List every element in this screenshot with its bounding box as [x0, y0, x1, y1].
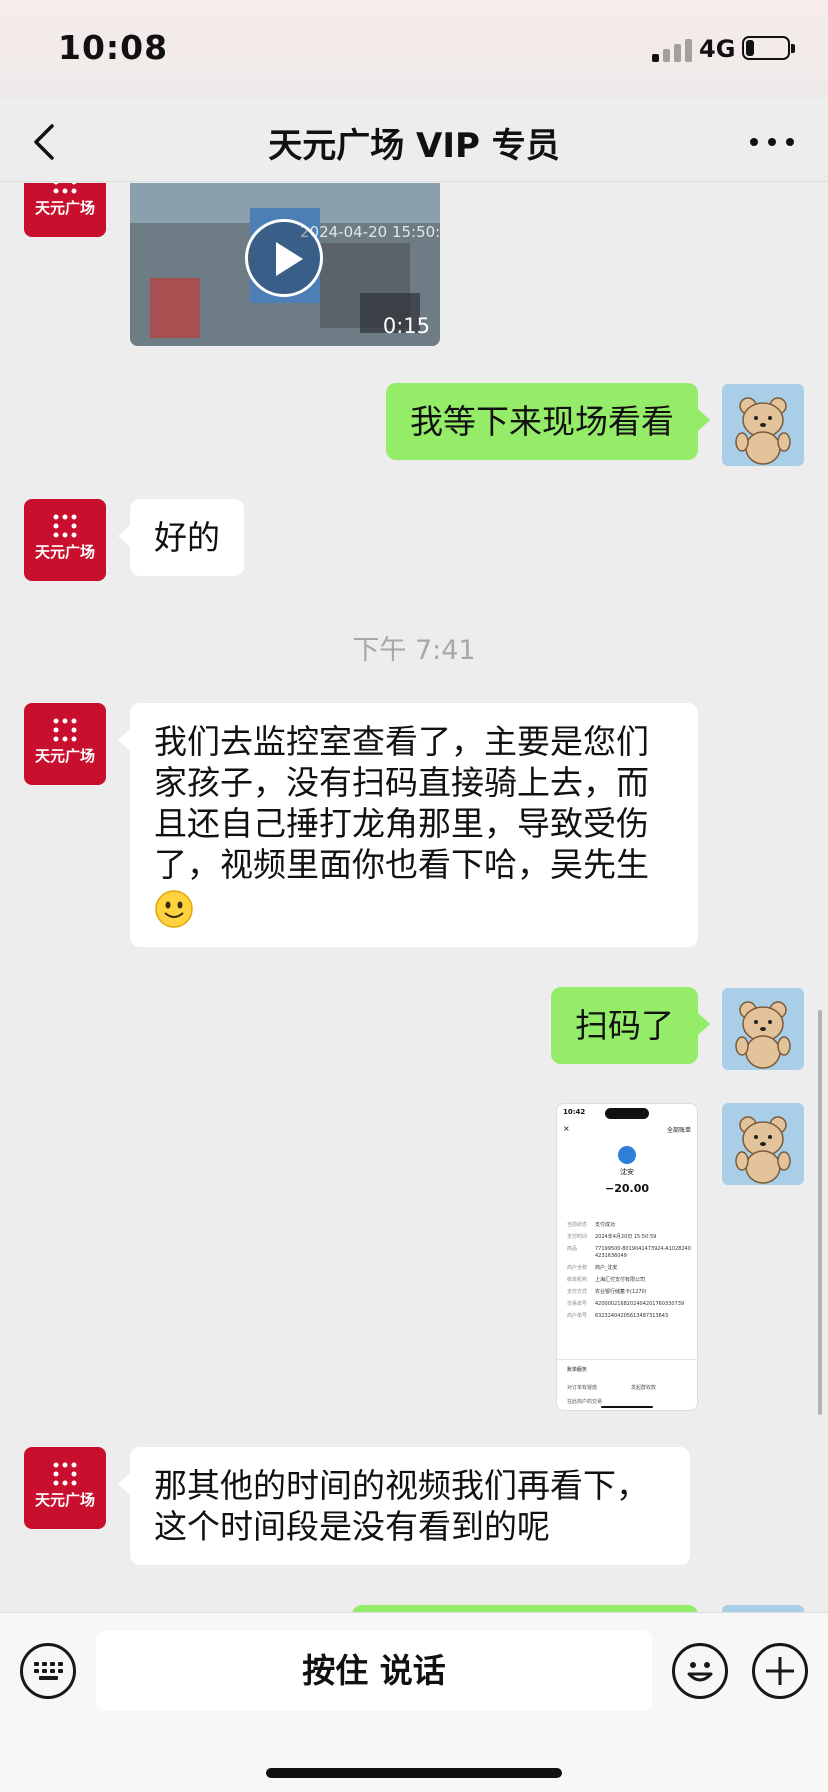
brand-logo-icon	[53, 514, 77, 538]
message-text: 我们去监控室查看了，主要是您们家孩子，没有扫码直接骑上去，而且还自己捶打龙角那里…	[154, 722, 649, 884]
shot-detail-value: 农业银行储蓄卡(1270)	[595, 1289, 647, 1295]
hold-to-talk-button[interactable]: 按住 说话	[96, 1631, 652, 1711]
battery-icon	[742, 36, 795, 60]
brand-name: 天元广场	[34, 1491, 95, 1509]
keyboard-icon	[34, 1662, 63, 1680]
play-icon[interactable]	[245, 219, 323, 297]
bear-avatar-icon	[735, 1116, 791, 1184]
avatar[interactable]: 天元广场	[24, 183, 106, 237]
shot-detail-row: 收单机构 上海汇付支付有限公司	[567, 1277, 691, 1284]
shot-detail-row: 商户单号 63232404205613487313643	[567, 1313, 691, 1320]
shot-detail-value: 上海汇付支付有限公司	[595, 1277, 646, 1283]
message-list[interactable]: 天元广场 2024-04-20 15:50:1 0:15 我等下来现场看看 天元…	[0, 183, 828, 1612]
emoji-button[interactable]	[672, 1643, 728, 1699]
home-indicator	[266, 1768, 562, 1778]
video-duration: 0:15	[382, 314, 430, 338]
shot-detail-label: 商品	[567, 1246, 578, 1252]
status-bar: 10:08 4G	[0, 0, 828, 100]
plus-icon	[766, 1657, 794, 1685]
chat-input-bar: 按住 说话	[0, 1612, 828, 1792]
time-divider: 下午 7:41	[352, 635, 476, 666]
avatar[interactable]	[722, 1605, 804, 1612]
shot-amount: −20.00	[604, 1182, 649, 1195]
shot-detail-label: 当前状态	[567, 1222, 588, 1228]
shot-detail-row: 支付时间 2024年4月20日 15:50:59	[567, 1234, 691, 1241]
shot-home-indicator	[601, 1406, 653, 1408]
shot-merchant: 沈安	[620, 1168, 634, 1176]
keyboard-toggle-button[interactable]	[20, 1643, 76, 1699]
shot-divider	[557, 1359, 697, 1360]
shot-detail-list: 当前状态 支付成功支付时间 2024年4月20日 15:50:59 商品 7719950…	[567, 1222, 691, 1325]
shot-detail-row: 商品 77199500-8019041473924-A10282404231636…	[567, 1246, 691, 1260]
shot-detail-row: 商户全称 商户_沈安	[567, 1265, 691, 1272]
bear-avatar-icon	[735, 397, 791, 465]
shot-footer-link: 对订单有疑惑	[567, 1385, 598, 1391]
message-bubble-incoming[interactable]: 我们去监控室查看了，主要是您们家孩子，没有扫码直接骑上去，而且还自己捶打龙角那里…	[118, 703, 698, 947]
shot-detail-row: 支付方式 农业银行储蓄卡(1270)	[567, 1289, 691, 1296]
bear-avatar-icon	[735, 1001, 791, 1069]
shot-detail-value: 63232404205613487313643	[595, 1313, 669, 1319]
smile-emoji-icon	[155, 889, 193, 928]
message-bubble-outgoing-partial[interactable]	[352, 1605, 698, 1612]
shot-detail-value: 77199500-8019041473924-A1028240423163604…	[595, 1246, 691, 1259]
avatar[interactable]: 天元广场	[24, 1447, 106, 1529]
message-bubble-outgoing[interactable]: 我等下来现场看看	[386, 383, 710, 460]
avatar[interactable]: 天元广场	[24, 499, 106, 581]
message-bubble-outgoing[interactable]: 扫码了	[551, 987, 710, 1064]
message-bubble-incoming[interactable]: 好的	[118, 499, 244, 576]
shot-detail-label: 交易单号	[567, 1301, 588, 1307]
brand-logo-icon	[53, 718, 77, 742]
status-time: 10:08	[58, 28, 169, 67]
chat-title: 天元广场 VIP 专员	[268, 126, 560, 166]
avatar[interactable]	[722, 988, 804, 1070]
brand-logo-icon	[53, 183, 77, 194]
smiley-icon	[687, 1662, 713, 1682]
more-functions-button[interactable]	[752, 1643, 808, 1699]
shot-detail-value: 4200002168202404201760330739	[595, 1301, 685, 1307]
avatar[interactable]	[722, 1103, 804, 1185]
dynamic-island	[605, 1108, 649, 1119]
shot-detail-value: 支付成功	[595, 1222, 616, 1228]
chat-header: 天元广场 VIP 专员	[0, 100, 828, 182]
shot-detail-row: 交易单号 4200002168202404201760330739	[567, 1301, 691, 1308]
shot-top-right: 全部账单	[666, 1127, 691, 1134]
shot-detail-row: 当前状态 支付成功	[567, 1222, 691, 1229]
brand-name: 天元广场	[34, 543, 95, 561]
payment-screenshot-image[interactable]: 10:42 × 全部账单 沈安 −20.00 当前状态 支付成功支付时间 2024年…	[556, 1103, 698, 1411]
brand-name: 天元广场	[34, 199, 95, 217]
scrollbar[interactable]	[818, 1010, 822, 1415]
more-options-icon[interactable]	[748, 132, 796, 152]
shot-footer-link: 发起群收款	[631, 1385, 657, 1391]
shot-detail-label: 商户全称	[567, 1265, 588, 1271]
signal-strength-icon	[652, 38, 692, 62]
brand-name: 天元广场	[34, 747, 95, 765]
network-type: 4G	[699, 35, 736, 63]
merchant-logo-icon	[618, 1146, 636, 1164]
shot-detail-label: 商户单号	[567, 1313, 588, 1319]
video-timestamp-overlay: 2024-04-20 15:50:1	[300, 223, 440, 241]
shot-footer-link: 在此商户的交易	[567, 1399, 603, 1405]
shot-detail-label: 收单机构	[567, 1277, 588, 1283]
shot-footer-title: 账单服务	[567, 1367, 588, 1373]
brand-logo-icon	[53, 1462, 77, 1486]
shot-detail-value: 商户_沈安	[595, 1265, 618, 1271]
shot-detail-label: 支付方式	[567, 1289, 588, 1295]
avatar[interactable]: 天元广场	[24, 703, 106, 785]
message-bubble-incoming[interactable]: 那其他的时间的视频我们再看下，这个时间段是没有看到的呢	[118, 1447, 690, 1565]
shot-detail-value: 2024年4月20日 15:50:59	[595, 1234, 657, 1240]
avatar[interactable]	[722, 384, 804, 466]
shot-time: 10:42	[563, 1108, 586, 1116]
video-message[interactable]: 2024-04-20 15:50:1 0:15	[130, 183, 440, 346]
shot-detail-label: 支付时间	[567, 1234, 588, 1240]
shot-close-icon: ×	[563, 1124, 570, 1133]
